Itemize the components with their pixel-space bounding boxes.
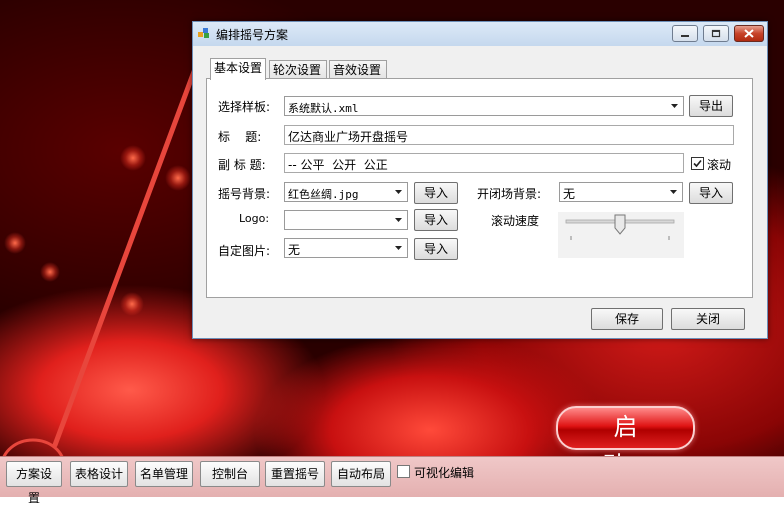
reset-draw-button[interactable]: 重置摇号	[265, 461, 325, 487]
logo-label: Logo:	[239, 212, 270, 225]
custom-image-value: 无	[288, 243, 301, 257]
start-button[interactable]: 启 动	[556, 406, 695, 479]
dialog-title: 编排摇号方案	[216, 28, 289, 42]
custom-image-import-button[interactable]: 导入	[414, 238, 458, 260]
chevron-down-icon	[395, 246, 402, 250]
bottom-toolbar: 方案设置 表格设计 名单管理 控制台 重置摇号 自动布局 可视化编辑	[0, 456, 784, 505]
auto-layout-button[interactable]: 自动布局	[331, 461, 391, 487]
subtitle-input[interactable]: -- 公平 公开 公正	[284, 153, 684, 173]
open-close-bg-value: 无	[563, 187, 576, 201]
scheme-dialog: 编排摇号方案 基本设置 轮次设置 音效设置 选择样板: 系统默认.xml 导出 …	[192, 21, 768, 339]
logo-import-button[interactable]: 导入	[414, 209, 458, 231]
close-icon	[744, 29, 754, 38]
custom-image-label: 自定图片:	[218, 244, 271, 258]
light-glow	[4, 232, 26, 254]
scroll-label: 滚动	[707, 158, 732, 172]
console-button[interactable]: 控制台	[200, 461, 260, 487]
checkmark-icon	[693, 159, 702, 168]
slider-thumb[interactable]	[614, 214, 626, 235]
template-label: 选择样板:	[218, 100, 271, 114]
chevron-down-icon	[671, 104, 678, 108]
title-input[interactable]: 亿达商业广场开盘摇号	[284, 125, 734, 145]
title-label: 标 题:	[218, 130, 262, 144]
maximize-button[interactable]	[703, 25, 729, 42]
export-button[interactable]: 导出	[689, 95, 733, 117]
light-glow	[120, 145, 146, 171]
scroll-checkbox[interactable]	[691, 157, 704, 170]
scroll-speed-label: 滚动速度	[491, 214, 540, 228]
tab-sound-settings[interactable]: 音效设置	[329, 60, 387, 79]
chevron-down-icon	[395, 190, 402, 194]
light-glow	[165, 165, 191, 191]
slider-track	[565, 214, 675, 240]
chevron-down-icon	[395, 218, 402, 222]
visual-edit-label: 可视化编辑	[414, 466, 475, 480]
window-close-button[interactable]	[734, 25, 764, 42]
tab-basic-settings[interactable]: 基本设置	[210, 58, 266, 80]
scheme-settings-button[interactable]: 方案设置	[6, 461, 62, 505]
minimize-button[interactable]	[672, 25, 698, 42]
logo-select[interactable]	[284, 210, 408, 230]
visual-edit-checkbox[interactable]	[397, 465, 410, 478]
open-close-bg-import-button[interactable]: 导入	[689, 182, 733, 204]
bg-value: 红色丝绸.jpg	[288, 188, 359, 201]
template-value: 系统默认.xml	[288, 102, 359, 115]
bg-select[interactable]: 红色丝绸.jpg	[284, 182, 408, 202]
bg-import-button[interactable]: 导入	[414, 182, 458, 204]
light-glow	[120, 292, 144, 316]
close-button[interactable]: 关闭	[671, 308, 745, 330]
template-select[interactable]: 系统默认.xml	[284, 96, 684, 116]
dialog-titlebar[interactable]: 编排摇号方案	[193, 22, 767, 46]
minimize-icon	[681, 35, 689, 37]
open-close-bg-select[interactable]: 无	[559, 182, 683, 202]
save-button[interactable]: 保存	[591, 308, 663, 330]
light-glow	[40, 262, 60, 282]
chevron-down-icon	[670, 190, 677, 194]
custom-image-select[interactable]: 无	[284, 238, 408, 258]
title-value: 亿达商业广场开盘摇号	[288, 130, 409, 144]
scroll-speed-slider[interactable]	[558, 212, 684, 258]
bg-label: 摇号背景:	[218, 187, 271, 201]
subtitle-value: -- 公平 公开 公正	[288, 158, 388, 172]
subtitle-label: 副 标 题:	[218, 158, 266, 172]
list-manage-button[interactable]: 名单管理	[135, 461, 193, 487]
open-close-bg-label: 开闭场背景:	[477, 187, 542, 201]
tab-round-settings[interactable]: 轮次设置	[269, 60, 327, 79]
table-design-button[interactable]: 表格设计	[70, 461, 128, 487]
app-icon	[198, 28, 209, 38]
maximize-icon	[711, 29, 721, 38]
